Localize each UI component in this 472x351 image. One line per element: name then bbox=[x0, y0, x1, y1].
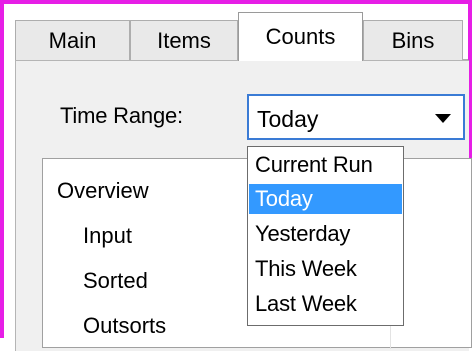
tab-items-label: Items bbox=[157, 27, 211, 53]
option-today[interactable]: Today bbox=[249, 184, 402, 214]
tab-counts-label: Counts bbox=[265, 24, 336, 49]
list-item-outsorts[interactable]: Outsorts bbox=[83, 313, 166, 339]
list-item-input[interactable]: Input bbox=[83, 223, 132, 249]
tab-main[interactable]: Main bbox=[15, 20, 130, 60]
option-current-run[interactable]: Current Run bbox=[249, 150, 402, 180]
chevron-down-icon[interactable] bbox=[435, 114, 451, 123]
time-range-dropdown[interactable]: Current Run Today Yesterday This Week La… bbox=[247, 146, 404, 326]
option-yesterday[interactable]: Yesterday bbox=[249, 219, 402, 249]
option-last-week[interactable]: Last Week bbox=[249, 289, 402, 319]
tab-main-label: Main bbox=[48, 27, 97, 53]
tab-items[interactable]: Items bbox=[130, 20, 238, 60]
option-this-week[interactable]: This Week bbox=[249, 254, 402, 284]
tab-counts[interactable]: Counts bbox=[238, 12, 363, 61]
list-item-sorted[interactable]: Sorted bbox=[83, 268, 148, 294]
tab-bins[interactable]: Bins bbox=[363, 20, 463, 60]
time-range-selected-value: Today bbox=[257, 106, 319, 132]
time-range-select[interactable]: Today bbox=[247, 94, 465, 140]
time-range-label: Time Range: bbox=[60, 103, 183, 128]
list-item-overview[interactable]: Overview bbox=[57, 178, 149, 204]
tab-bins-label: Bins bbox=[391, 27, 435, 53]
